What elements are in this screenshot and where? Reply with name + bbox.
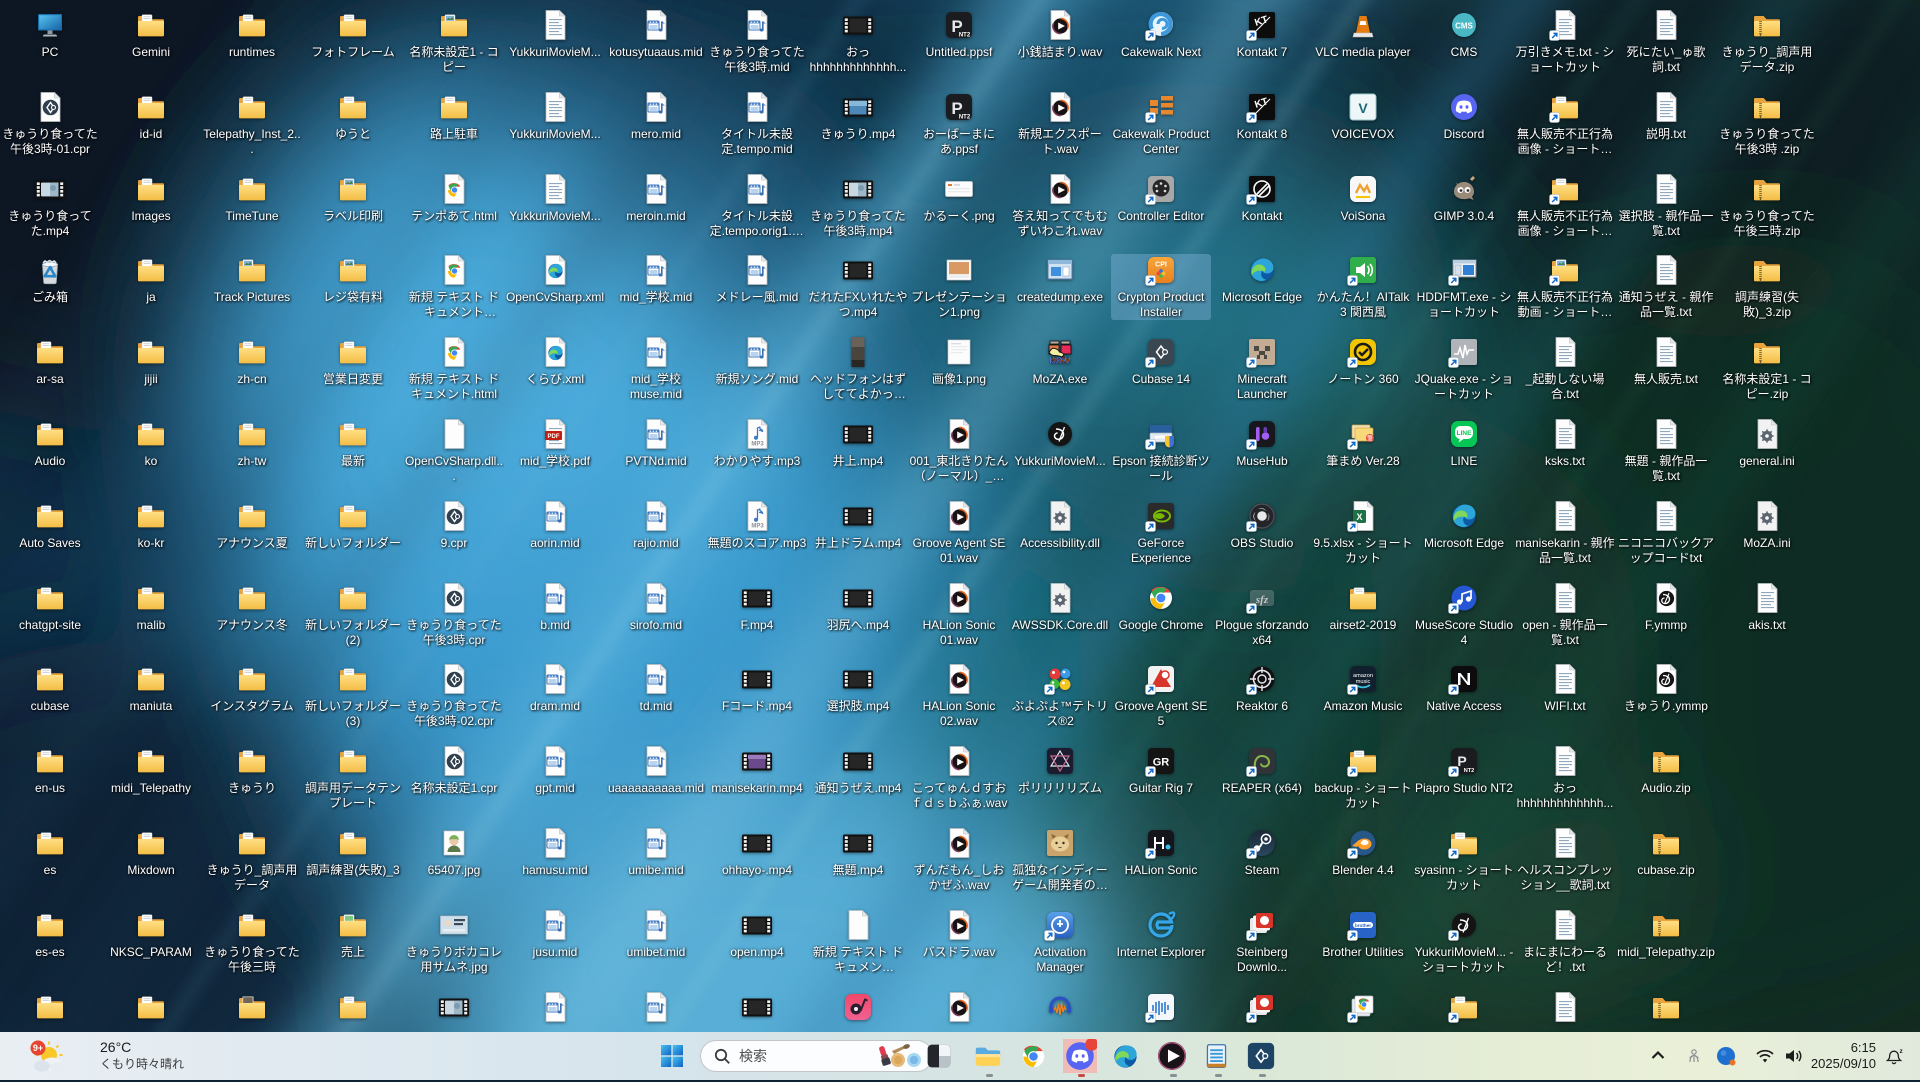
svg-text:9+: 9+ bbox=[33, 1043, 43, 1053]
svg-text:z: z bbox=[1900, 1048, 1904, 1055]
